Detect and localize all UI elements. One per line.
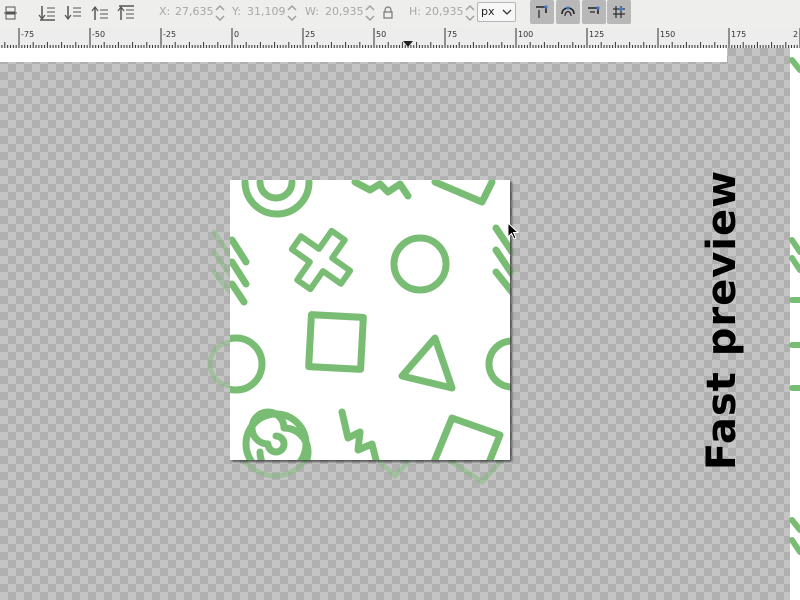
- stripe-shape: [492, 268, 510, 295]
- tile-shapes: [230, 180, 510, 460]
- circle-shape: [390, 234, 450, 294]
- zigzag-shape: [338, 408, 380, 460]
- edge-stripe: [789, 255, 800, 273]
- stripe-shape: [230, 258, 250, 288]
- stripe-shape: [230, 236, 250, 266]
- edge-stripe: [789, 237, 800, 255]
- pattern-tile[interactable]: [230, 180, 510, 460]
- faded-square-edge: [449, 459, 503, 486]
- edge-circle-shape: [230, 334, 266, 394]
- edge-stripe: [789, 537, 800, 555]
- edge-stripe: [789, 517, 800, 533]
- zigzag-top-shape: [351, 180, 412, 200]
- square-shape: [305, 311, 367, 373]
- stripe-shape: [230, 280, 248, 306]
- triangle-shape: [398, 334, 456, 392]
- faded-spiral-edge: [242, 459, 308, 479]
- fast-preview-label: Fast preview: [699, 169, 745, 471]
- edge-circle-shape: [485, 337, 510, 391]
- diamond-shape: [431, 414, 504, 460]
- faded-zigzag: [377, 459, 411, 480]
- cross-shape: [288, 227, 354, 293]
- diamond-top-shape: [431, 180, 496, 206]
- edge-stripe: [789, 57, 800, 73]
- spiral-top-inner: [256, 180, 296, 202]
- mouse-cursor-icon: [507, 222, 520, 240]
